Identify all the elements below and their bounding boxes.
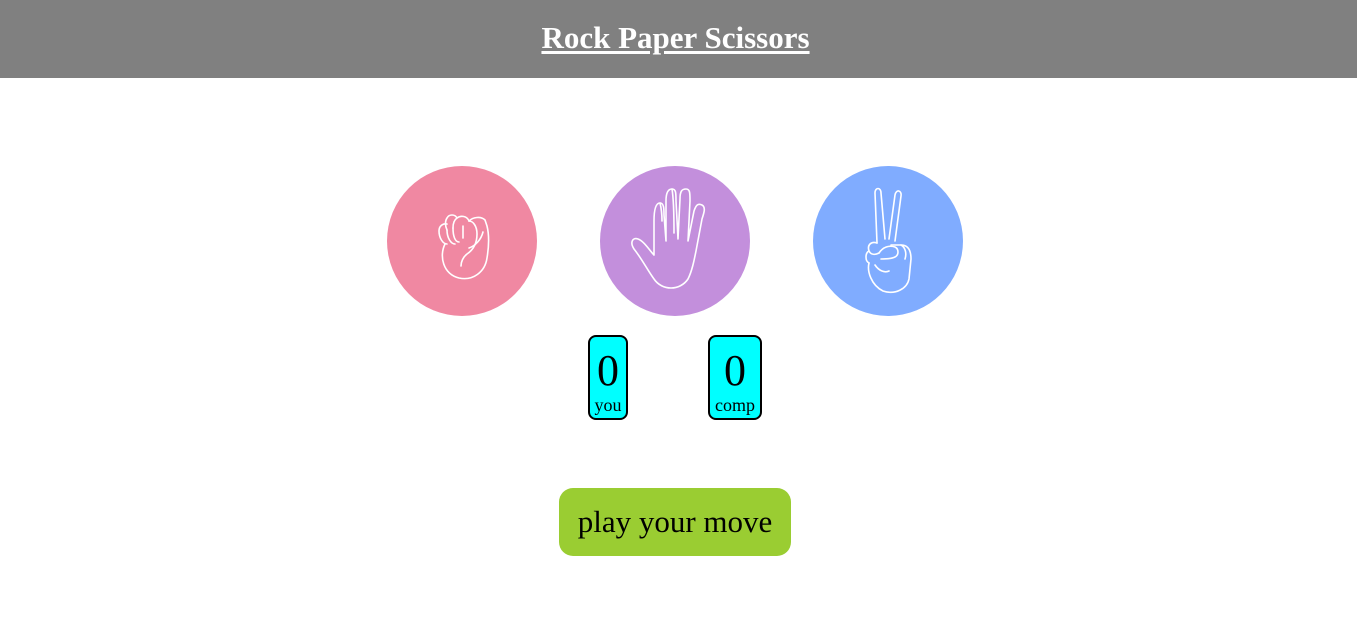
comp-score-label: comp xyxy=(715,395,755,415)
open-hand-icon xyxy=(631,188,706,289)
paper-choice-button[interactable] xyxy=(600,166,750,316)
scissors-choice-button[interactable] xyxy=(813,166,963,316)
fist-icon xyxy=(438,214,490,280)
comp-score-value: 0 xyxy=(724,346,746,395)
comp-score-box: 0 comp xyxy=(708,335,762,420)
peace-sign-hand-icon xyxy=(865,187,912,294)
app-header: Rock Paper Scissors xyxy=(0,0,1357,78)
user-score-label: you xyxy=(594,395,622,415)
page-title: Rock Paper Scissors xyxy=(541,20,810,55)
play-move-button[interactable]: play your move xyxy=(559,488,791,556)
user-score-value: 0 xyxy=(597,346,619,395)
rock-choice-button[interactable] xyxy=(387,166,537,316)
user-score-box: 0 you xyxy=(588,335,628,420)
